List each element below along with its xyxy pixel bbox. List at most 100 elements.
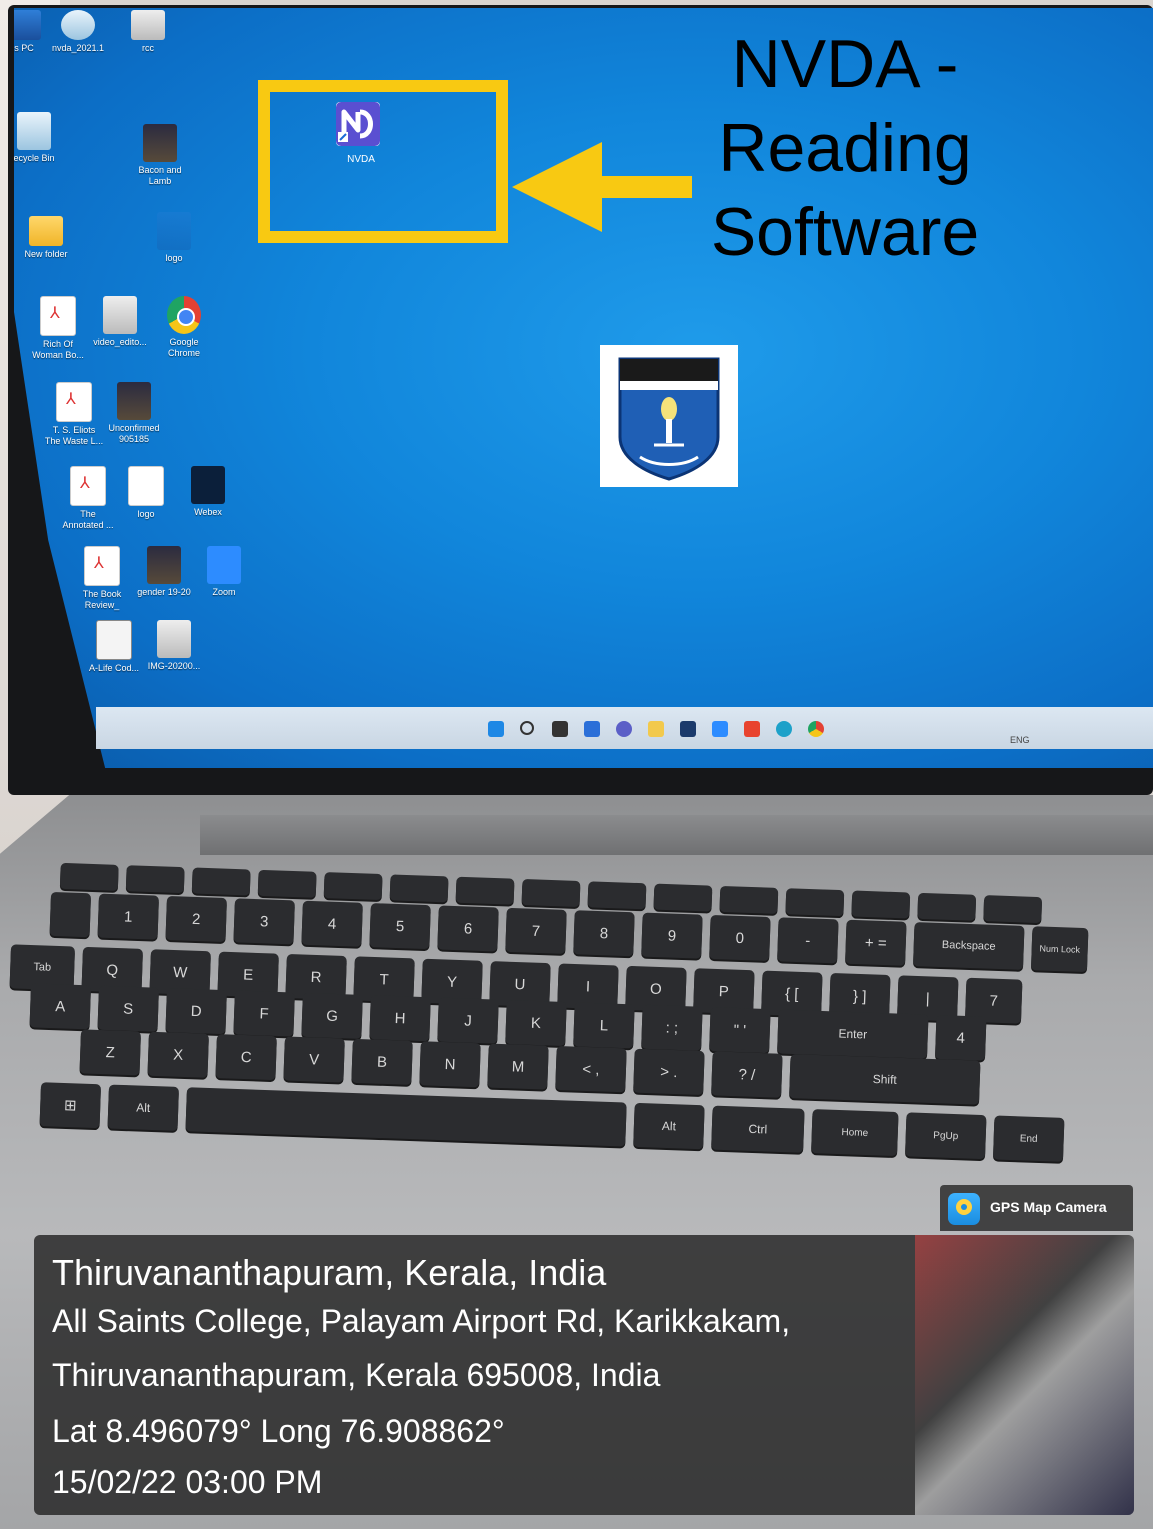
key[interactable] bbox=[653, 883, 713, 912]
key-a[interactable]: A bbox=[29, 983, 92, 1030]
key-numpad-4[interactable]: 4 bbox=[934, 1014, 987, 1061]
key-3[interactable]: 3 bbox=[233, 898, 295, 945]
key-shift[interactable]: Shift bbox=[789, 1054, 981, 1105]
desktop-icon-zoom[interactable]: Zoom bbox=[184, 546, 264, 598]
key[interactable] bbox=[917, 892, 977, 921]
key-6[interactable]: 6 bbox=[437, 905, 499, 952]
key-num-lock[interactable]: Num Lock bbox=[1030, 926, 1089, 973]
key-minus[interactable]: - bbox=[777, 917, 839, 964]
key-enter[interactable]: Enter bbox=[777, 1009, 929, 1059]
key[interactable] bbox=[851, 890, 911, 919]
key-m[interactable]: M bbox=[487, 1043, 549, 1090]
key-k[interactable]: K bbox=[505, 999, 567, 1047]
image-file-icon bbox=[157, 620, 191, 658]
key[interactable] bbox=[125, 865, 185, 894]
search-icon[interactable] bbox=[520, 721, 534, 735]
key-g[interactable]: G bbox=[301, 992, 363, 1039]
system-tray-language[interactable]: ENG bbox=[1010, 735, 1030, 745]
office-icon[interactable] bbox=[744, 721, 760, 737]
key-2[interactable]: 2 bbox=[165, 895, 227, 943]
key[interactable] bbox=[389, 874, 449, 903]
desktop-icon-webex[interactable]: Webex bbox=[168, 466, 248, 518]
desktop-icon-img[interactable]: IMG-20200... bbox=[134, 620, 214, 672]
desktop-icon-google-chrome[interactable]: Google Chrome bbox=[144, 296, 224, 359]
key-home[interactable]: Home bbox=[811, 1109, 899, 1157]
key-equals[interactable]: + = bbox=[845, 919, 907, 966]
taskbar bbox=[96, 707, 1153, 749]
key-quote[interactable]: " ' bbox=[709, 1007, 771, 1054]
gps-camera-label: GPS Map Camera bbox=[990, 1199, 1107, 1215]
chat-icon[interactable] bbox=[616, 721, 632, 737]
key-alt-left[interactable]: Alt bbox=[107, 1084, 179, 1131]
computer-icon bbox=[14, 10, 41, 40]
key-9[interactable]: 9 bbox=[641, 912, 703, 959]
key[interactable] bbox=[983, 895, 1043, 924]
key-v[interactable]: V bbox=[283, 1036, 345, 1083]
widgets-icon[interactable] bbox=[584, 721, 600, 737]
store-icon[interactable] bbox=[680, 721, 696, 737]
key-l[interactable]: L bbox=[573, 1002, 635, 1049]
video-file-icon bbox=[143, 124, 177, 162]
key-4[interactable]: 4 bbox=[301, 900, 363, 947]
desktop-icon-new-folder[interactable]: New folder bbox=[14, 210, 86, 260]
key-h[interactable]: H bbox=[369, 995, 431, 1042]
desktop-icon-unconfirmed[interactable]: Unconfirmed 905185 bbox=[94, 382, 174, 445]
key[interactable] bbox=[587, 881, 647, 910]
key-z[interactable]: Z bbox=[79, 1029, 142, 1076]
gps-city: Thiruvananthapuram, Kerala, India bbox=[52, 1252, 607, 1293]
key-s[interactable]: S bbox=[97, 985, 159, 1032]
edge-icon[interactable] bbox=[776, 721, 792, 737]
key[interactable] bbox=[455, 876, 515, 905]
file-explorer-icon[interactable] bbox=[648, 721, 664, 737]
key-8[interactable]: 8 bbox=[573, 910, 635, 957]
image-file-icon bbox=[157, 212, 191, 250]
key-ctrl-right[interactable]: Ctrl bbox=[711, 1105, 805, 1153]
key[interactable] bbox=[257, 869, 317, 898]
chrome-icon[interactable] bbox=[808, 721, 824, 737]
key-comma[interactable]: < , bbox=[555, 1045, 627, 1093]
desktop-icon-logo[interactable]: logo bbox=[134, 212, 214, 264]
desktop-icon-bacon-and-lamb[interactable]: Bacon and Lamb bbox=[120, 124, 200, 187]
key-5[interactable]: 5 bbox=[369, 903, 431, 950]
key-backspace[interactable]: Backspace bbox=[913, 922, 1025, 970]
key-b[interactable]: B bbox=[351, 1038, 413, 1085]
webex-icon bbox=[191, 466, 225, 504]
desktop-icon-rcc[interactable]: rcc bbox=[108, 10, 188, 54]
key[interactable] bbox=[323, 872, 383, 901]
nvda-icon[interactable] bbox=[336, 102, 380, 146]
desktop-icon-nvda-installer[interactable]: nvda_2021.1 bbox=[38, 10, 118, 54]
key-slash[interactable]: ? / bbox=[711, 1051, 783, 1098]
key-7[interactable]: 7 bbox=[505, 907, 567, 954]
key[interactable] bbox=[59, 862, 119, 891]
key-semicolon[interactable]: : ; bbox=[641, 1004, 703, 1051]
video-file-icon bbox=[147, 546, 181, 584]
key-j[interactable]: J bbox=[437, 997, 499, 1044]
pdf-icon bbox=[40, 296, 76, 336]
key[interactable] bbox=[521, 878, 581, 908]
mail-icon[interactable] bbox=[712, 721, 728, 737]
key-c[interactable]: C bbox=[215, 1034, 277, 1081]
key-end[interactable]: End bbox=[992, 1115, 1065, 1162]
task-view-icon[interactable] bbox=[552, 721, 568, 737]
college-logo-image bbox=[600, 345, 738, 487]
zoom-icon bbox=[207, 546, 241, 584]
key[interactable] bbox=[785, 888, 845, 917]
key[interactable] bbox=[719, 885, 779, 914]
key-0[interactable]: 0 bbox=[709, 914, 771, 962]
key-1[interactable]: 1 bbox=[97, 893, 160, 940]
windows-icon: ⊞ bbox=[63, 1096, 77, 1115]
key-pgup[interactable]: PgUp bbox=[905, 1112, 987, 1160]
key-alt-right[interactable]: Alt bbox=[633, 1102, 705, 1150]
desktop-icon-recycle-bin[interactable]: ecycle Bin bbox=[14, 112, 74, 164]
key[interactable] bbox=[191, 867, 251, 896]
key-d[interactable]: D bbox=[165, 988, 227, 1035]
start-menu-icon[interactable] bbox=[488, 721, 504, 737]
pdf-icon bbox=[56, 382, 92, 422]
annotation-line-1: NVDA - bbox=[731, 26, 959, 102]
key[interactable] bbox=[49, 891, 92, 938]
key-period[interactable]: > . bbox=[633, 1048, 705, 1096]
key-f[interactable]: F bbox=[233, 990, 295, 1037]
key-x[interactable]: X bbox=[147, 1031, 209, 1078]
key-n[interactable]: N bbox=[419, 1041, 481, 1088]
key-windows[interactable]: ⊞ bbox=[39, 1082, 102, 1129]
